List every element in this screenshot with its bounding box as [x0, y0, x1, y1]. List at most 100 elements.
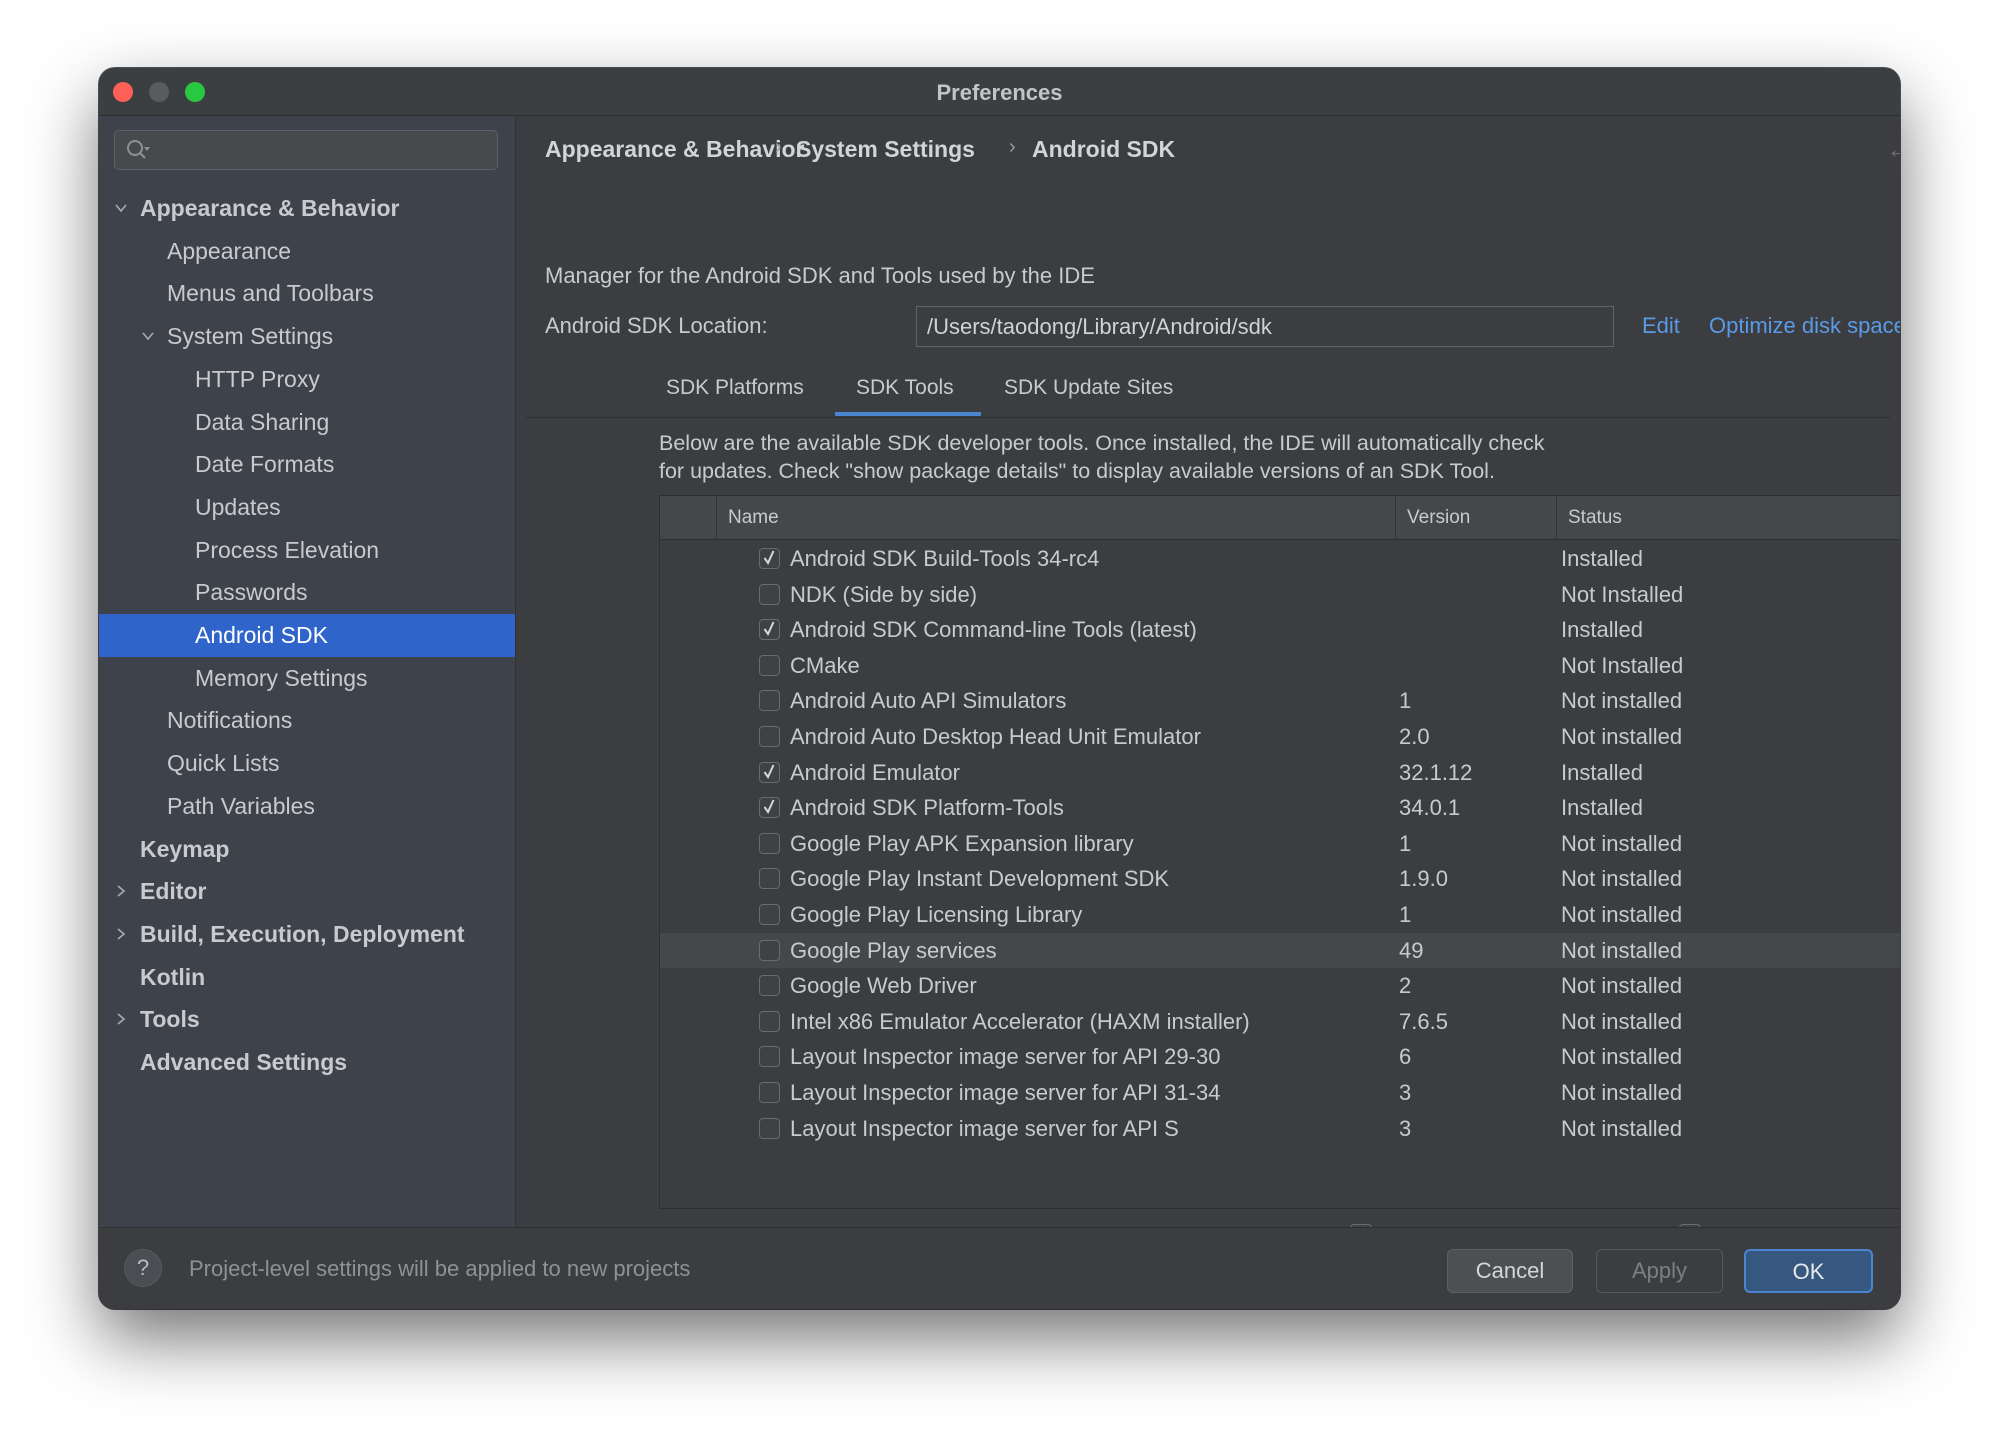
row-version: 7.6.5	[1399, 1008, 1448, 1034]
row-checkbox[interactable]	[759, 726, 780, 747]
tab-sdk-tools[interactable]: SDK Tools	[856, 376, 954, 400]
table-row[interactable]: CMake Not Installed	[660, 648, 1900, 684]
table-row[interactable]: Android Auto Desktop Head Unit Emulator 2…	[660, 719, 1900, 755]
chevron-right-icon[interactable]	[113, 1011, 129, 1027]
table-row[interactable]: Android Emulator 32.1.12 Installed	[660, 755, 1900, 791]
row-checkbox[interactable]	[759, 1010, 780, 1032]
row-checkbox[interactable]	[759, 797, 780, 819]
tab-sdk-platforms[interactable]: SDK Platforms	[666, 376, 804, 400]
sidebar-item[interactable]: Passwords	[99, 571, 515, 614]
sidebar-item[interactable]: Keymap	[99, 828, 515, 871]
sidebar-item[interactable]: Notifications	[99, 699, 515, 742]
row-checkbox[interactable]	[759, 548, 780, 569]
sidebar-item[interactable]: Kotlin	[99, 956, 515, 999]
sidebar-item[interactable]: Menus and Toolbars	[99, 272, 515, 315]
row-status: Not Installed	[1561, 581, 1684, 607]
sidebar-item[interactable]: Path Variables	[99, 785, 515, 828]
table-row[interactable]: Android Auto API Simulators 1 Not installe…	[660, 683, 1900, 719]
sidebar-item[interactable]: Appearance & Behavior	[99, 187, 515, 230]
sidebar-item[interactable]: Updates	[99, 486, 515, 529]
cancel-button[interactable]: Cancel	[1447, 1249, 1573, 1293]
tools-description: Below are the available SDK developer to…	[659, 429, 1545, 485]
row-status: Not Installed	[1561, 652, 1684, 678]
optimize-disk-space-link[interactable]: Optimize disk space	[1709, 313, 1900, 339]
checkmark-icon	[763, 550, 775, 566]
back-arrow-icon[interactable]: ←	[1886, 134, 1900, 165]
sidebar-item[interactable]: Date Formats	[99, 443, 515, 486]
edit-link[interactable]: Edit	[1642, 313, 1680, 339]
chevron-right-icon[interactable]	[113, 926, 129, 942]
row-checkbox[interactable]	[759, 868, 780, 890]
table-row[interactable]: Layout Inspector image server for API 31…	[660, 1075, 1900, 1111]
column-header-version[interactable]: Version	[1395, 496, 1556, 539]
table-row[interactable]: Google Play services 49 Not installed	[660, 932, 1900, 969]
sidebar-item[interactable]: Tools	[99, 998, 515, 1041]
row-version: 1	[1399, 688, 1412, 714]
sidebar-item[interactable]: Appearance	[99, 230, 515, 273]
sidebar-item[interactable]: Quick Lists	[99, 742, 515, 785]
table-row[interactable]: Google Play Licensing Library 1 Not instal…	[660, 897, 1900, 933]
table-row[interactable]: Android SDK Platform-Tools 34.0.1 Installe…	[660, 790, 1900, 826]
table-row[interactable]: Layout Inspector image server for API S 3…	[660, 1111, 1900, 1147]
ok-button[interactable]: OK	[1744, 1249, 1873, 1293]
row-name: CMake	[790, 652, 860, 678]
row-checkbox[interactable]	[759, 1046, 780, 1068]
row-checkbox[interactable]	[759, 832, 780, 854]
sidebar-item[interactable]: System Settings	[99, 315, 515, 358]
row-checkbox[interactable]	[759, 619, 780, 641]
sidebar-item[interactable]: Memory Settings	[99, 657, 515, 700]
apply-button[interactable]: Apply	[1596, 1249, 1723, 1293]
breadcrumb-separator: ›	[1009, 136, 1016, 158]
sidebar-item[interactable]: Process Elevation	[99, 529, 515, 572]
sidebar-item[interactable]: HTTP Proxy	[99, 358, 515, 401]
chevron-right-icon[interactable]	[113, 883, 129, 899]
breadcrumb-item[interactable]: System Settings	[796, 136, 975, 163]
breadcrumb-separator: ›	[775, 136, 782, 158]
sidebar-item[interactable]: Android SDK	[99, 614, 515, 657]
table-row[interactable]: Google Play Instant Development SDK 1.9.0…	[660, 861, 1900, 897]
sidebar-item[interactable]: Advanced Settings	[99, 1041, 515, 1084]
table-row[interactable]: Google Play APK Expansion library 1 Not in…	[660, 826, 1900, 862]
row-checkbox[interactable]	[759, 975, 780, 997]
row-checkbox[interactable]	[759, 1082, 780, 1103]
column-header-name[interactable]: Name	[716, 496, 1395, 539]
row-checkbox[interactable]	[759, 904, 780, 925]
table-row[interactable]: Layout Inspector image server for API 29…	[660, 1039, 1900, 1075]
sidebar-item-label: Notifications	[167, 707, 293, 734]
help-icon[interactable]: ?	[124, 1249, 162, 1287]
table-row[interactable]: NDK (Side by side) Not Installed	[660, 577, 1900, 613]
table-row[interactable]: Google Web Driver 2 Not installed	[660, 968, 1900, 1004]
row-checkbox[interactable]	[759, 690, 780, 712]
table-row[interactable]: Android SDK Build-Tools 34-rc4 Installed	[660, 541, 1900, 577]
sdk-location-field[interactable]: /Users/taodong/Library/Android/sdk	[916, 306, 1614, 347]
row-checkbox[interactable]	[759, 654, 780, 676]
row-status: Installed	[1561, 795, 1643, 821]
row-name: Layout Inspector image server for API S	[790, 1115, 1179, 1141]
column-header-status[interactable]: Status	[1556, 496, 1900, 539]
sidebar-item[interactable]: Editor	[99, 870, 515, 913]
breadcrumb-item[interactable]: Appearance & Behavior	[545, 136, 804, 163]
tab-sdk-update-sites[interactable]: SDK Update Sites	[1004, 376, 1173, 400]
row-status: Not installed	[1561, 1044, 1683, 1070]
sidebar-item-label: Updates	[195, 493, 281, 520]
row-status: Not installed	[1561, 688, 1683, 714]
row-version: 1	[1399, 902, 1412, 927]
row-status: Not installed	[1561, 973, 1683, 999]
row-status: Not installed	[1561, 1080, 1683, 1105]
row-checkbox[interactable]	[759, 583, 780, 605]
row-name: Google Play APK Expansion library	[790, 830, 1134, 856]
column-header-select[interactable]	[660, 496, 716, 539]
row-name: Android Emulator	[790, 759, 960, 785]
table-row[interactable]: Intel x86 Emulator Accelerator (HAXM ins…	[660, 1004, 1900, 1040]
row-name: Android SDK Platform-Tools	[790, 795, 1064, 821]
sdk-tools-table: Name Version Status Android SDK Build-To…	[659, 495, 1900, 1209]
sidebar-item[interactable]: Build, Execution, Deployment	[99, 913, 515, 956]
sidebar-item[interactable]: Data Sharing	[99, 401, 515, 444]
chevron-down-icon[interactable]	[113, 200, 129, 216]
settings-search-input[interactable]	[114, 130, 498, 170]
row-checkbox[interactable]	[759, 1117, 780, 1139]
row-checkbox[interactable]	[759, 761, 780, 783]
row-checkbox[interactable]	[759, 939, 780, 961]
chevron-down-icon[interactable]	[140, 328, 156, 344]
table-row[interactable]: Android SDK Command-line Tools (latest) I…	[660, 612, 1900, 648]
